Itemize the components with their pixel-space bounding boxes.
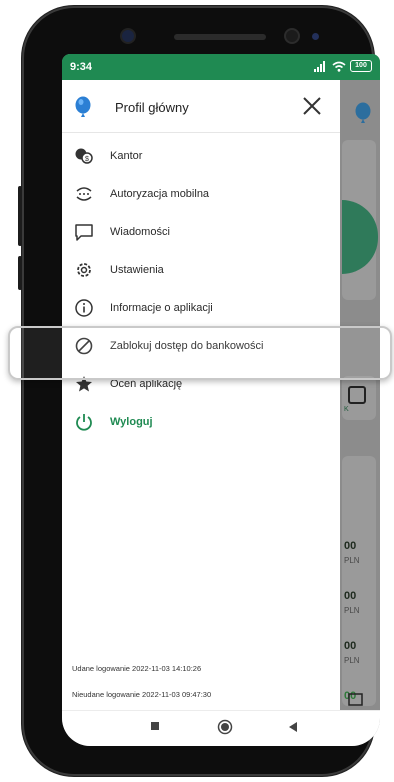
menu-label: Kantor xyxy=(110,150,143,162)
back-icon[interactable] xyxy=(288,721,298,733)
status-time: 9:34 xyxy=(70,61,93,73)
recent-apps-icon[interactable] xyxy=(150,721,160,731)
menu-item-logout[interactable]: Wyloguj xyxy=(62,406,340,440)
last-login-success: Udane logowanie 2022-11-03 14:10:26 xyxy=(72,664,202,673)
info-icon xyxy=(75,299,93,317)
phone-screen: 9:34 100 K 00 PLN 00 PLN 00 PLN 00 Profi… xyxy=(62,54,380,746)
menu-label: Informacje o aplikacji xyxy=(110,302,213,314)
close-icon[interactable] xyxy=(301,95,323,117)
home-icon[interactable] xyxy=(217,719,233,735)
coins-icon: $ xyxy=(75,148,93,164)
bixby-button xyxy=(18,256,22,290)
menu-item-kantor[interactable]: $ Kantor xyxy=(62,140,340,174)
drawer-header: Profil główny xyxy=(62,80,340,133)
highlight-frame xyxy=(8,326,392,380)
menu-label: Wyloguj xyxy=(110,416,153,428)
menu-item-mobile-authorization[interactable]: Autoryzacja mobilna xyxy=(62,178,340,212)
signal-icon xyxy=(314,60,325,72)
profile-title: Profil główny xyxy=(115,100,189,115)
menu-item-app-info[interactable]: Informacje o aplikacji xyxy=(62,292,340,326)
mobile-auth-icon xyxy=(76,187,92,201)
status-icons: 100 xyxy=(314,60,372,72)
menu-item-settings[interactable]: Ustawienia xyxy=(62,254,340,288)
menu-item-messages[interactable]: Wiadomości xyxy=(62,216,340,250)
wifi-icon xyxy=(332,61,346,72)
proximity-sensor-icon xyxy=(312,33,319,40)
phone-frame: 9:34 100 K 00 PLN 00 PLN 00 PLN 00 Profi… xyxy=(18,6,380,776)
menu-label: Ustawienia xyxy=(110,264,164,276)
power-icon xyxy=(76,414,92,431)
menu-label: Autoryzacja mobilna xyxy=(110,188,210,200)
volume-button xyxy=(18,186,22,246)
message-icon xyxy=(75,224,93,241)
system-navigation-bar xyxy=(62,710,380,746)
earpiece-speaker xyxy=(174,34,266,40)
sensor-icon xyxy=(122,30,134,42)
gear-icon xyxy=(77,263,91,277)
battery-icon: 100 xyxy=(350,60,372,72)
menu-label: Wiadomości xyxy=(110,226,170,238)
bank-logo-icon xyxy=(75,96,91,117)
navigation-drawer: Profil główny $ Kantor Autoryzacja mobil… xyxy=(62,80,340,710)
status-bar: 9:34 100 xyxy=(62,54,380,80)
drawer-scrim[interactable] xyxy=(340,80,380,710)
last-login-failed: Nieudane logowanie 2022-11-03 09:47:30 xyxy=(72,690,212,699)
front-camera-icon xyxy=(286,30,298,42)
svg-text:$: $ xyxy=(85,156,89,163)
